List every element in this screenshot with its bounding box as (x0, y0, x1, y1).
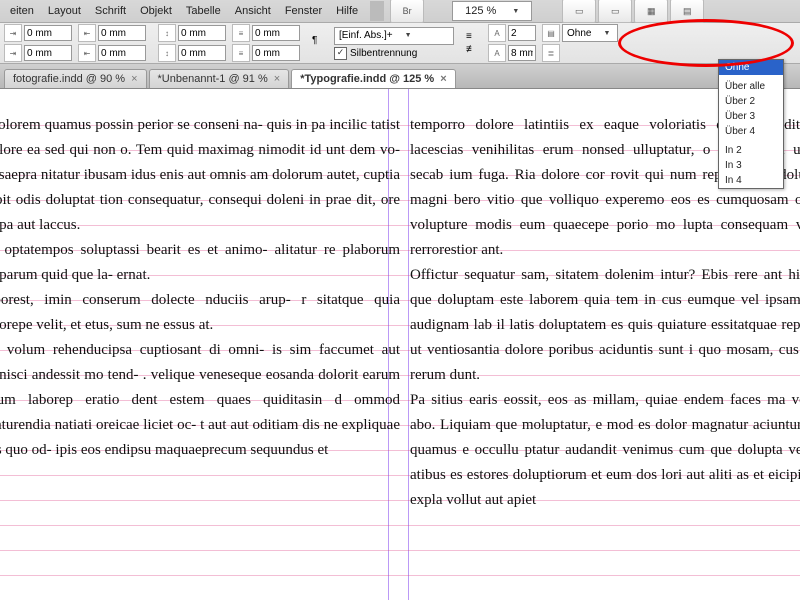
paragraph-icon: ¶ (312, 35, 328, 51)
space-before-input[interactable] (178, 25, 226, 41)
span-columns-icon: ▤ (542, 24, 560, 42)
indent-left-icon: ⇥ (4, 24, 22, 42)
menu-item[interactable]: Schrift (89, 3, 132, 19)
menu-item[interactable]: Tabelle (180, 3, 227, 19)
menu-item[interactable]: Layout (42, 3, 87, 19)
space-before-icon: ↕ (158, 24, 176, 42)
close-icon[interactable]: × (274, 73, 280, 85)
dropdown-item[interactable]: Über 3 (719, 109, 783, 124)
dropdown-item[interactable]: Über alle (719, 79, 783, 94)
chevron-down-icon: ▼ (405, 32, 412, 39)
dropcap-lines-input[interactable] (508, 25, 536, 41)
space-after-icon: ↕ (158, 44, 176, 62)
dropdown-item-selected[interactable]: Ohne (719, 60, 783, 75)
screen-mode-button[interactable]: ▭ (598, 0, 632, 23)
dropdown-item[interactable]: In 3 (719, 158, 783, 173)
chevron-down-icon: ▼ (603, 30, 610, 37)
dropcap-lines-icon: A (488, 24, 506, 42)
indent-right-icon: ⇤ (78, 24, 96, 42)
space-after-input[interactable] (178, 45, 226, 61)
span-columns-select[interactable]: Ohne▼ (562, 24, 618, 42)
dropcap-chars-input[interactable] (508, 45, 536, 61)
dropdown-item[interactable]: In 2 (719, 143, 783, 158)
view-mode-button[interactable]: ▭ (562, 0, 596, 23)
hyphenation-checkbox[interactable]: ✓Silbentrennung (334, 47, 454, 60)
indent-firstline-icon: ⇥ (4, 44, 22, 62)
indent-left-input[interactable] (24, 25, 72, 41)
menu-bar: eiten Layout Schrift Objekt Tabelle Ansi… (0, 0, 800, 23)
baseline2-input[interactable] (252, 45, 300, 61)
dropcap-chars-icon: A (488, 44, 506, 62)
text-column-left[interactable]: e volorem quamus possin perior se consen… (0, 113, 400, 463)
dropdown-item[interactable]: In 4 (719, 173, 783, 188)
close-icon[interactable]: × (440, 73, 446, 85)
indent-right-input[interactable] (98, 25, 146, 41)
no-align-grid-icon[interactable]: ≢ (466, 44, 476, 55)
dropdown-item[interactable]: Über 4 (719, 124, 783, 139)
document-tabs: fotografie.indd @ 90 %× *Unbenannt-1 @ 9… (0, 64, 800, 89)
span-columns-dropdown[interactable]: Ohne Über alle Über 2 Über 3 Über 4 In 2… (718, 59, 784, 189)
column-guide (408, 89, 409, 600)
menu-item[interactable]: Hilfe (330, 3, 364, 19)
dropdown-item[interactable]: Über 2 (719, 94, 783, 109)
menu-item[interactable]: eiten (4, 3, 40, 19)
control-panel: ⇥ ⇥ ⇤ ⇤ ↕ ↕ ≡ ≡ ¶ [Einf. Abs.]+▼ ✓Silben… (0, 23, 800, 64)
bridge-button[interactable]: Br (390, 0, 424, 23)
menu-item[interactable]: Ansicht (229, 3, 277, 19)
menu-item[interactable]: Fenster (279, 3, 328, 19)
workspace-button[interactable]: ▤ (670, 0, 704, 23)
document-tab[interactable]: *Unbenannt-1 @ 91 %× (149, 69, 290, 88)
chevron-down-icon: ▼ (506, 6, 525, 17)
indent-firstline-input[interactable] (24, 45, 72, 61)
baseline-icon: ≡ (232, 24, 250, 42)
document-canvas[interactable]: e volorem quamus possin perior se consen… (0, 89, 800, 600)
more-options-icon[interactable]: ≣ (542, 44, 560, 62)
document-tab[interactable]: *Typografie.indd @ 125 %× (291, 69, 455, 88)
zoom-level-select[interactable]: 125 %▼ (452, 1, 532, 21)
indent-lastline-icon: ⇤ (78, 44, 96, 62)
indent-lastline-input[interactable] (98, 45, 146, 61)
separator (370, 1, 384, 21)
close-icon[interactable]: × (131, 73, 137, 85)
baseline-input[interactable] (252, 25, 300, 41)
paragraph-style-select[interactable]: [Einf. Abs.]+▼ (334, 27, 454, 45)
document-tab[interactable]: fotografie.indd @ 90 %× (4, 69, 147, 88)
arrange-docs-button[interactable]: ▦ (634, 0, 668, 23)
baseline2-icon: ≡ (232, 44, 250, 62)
menu-item[interactable]: Objekt (134, 3, 178, 19)
align-grid-icon[interactable]: ≡ (466, 31, 476, 42)
